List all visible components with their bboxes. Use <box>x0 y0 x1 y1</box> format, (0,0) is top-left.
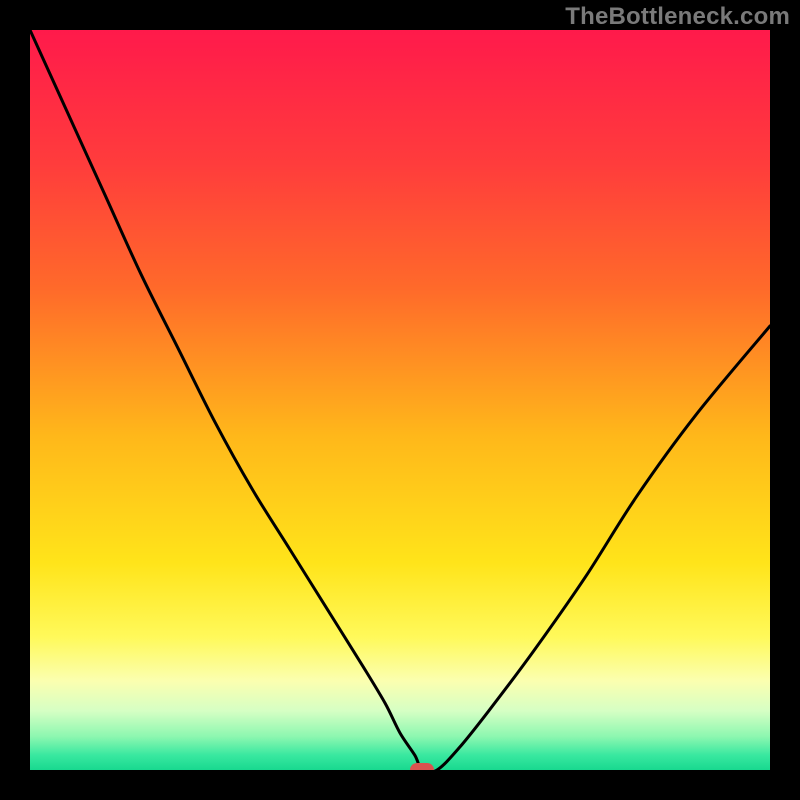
outer-frame: TheBottleneck.com <box>0 0 800 800</box>
bottleneck-curve <box>30 30 770 770</box>
optimum-marker <box>410 763 434 770</box>
watermark-label: TheBottleneck.com <box>565 3 790 31</box>
plot-area <box>30 30 770 770</box>
